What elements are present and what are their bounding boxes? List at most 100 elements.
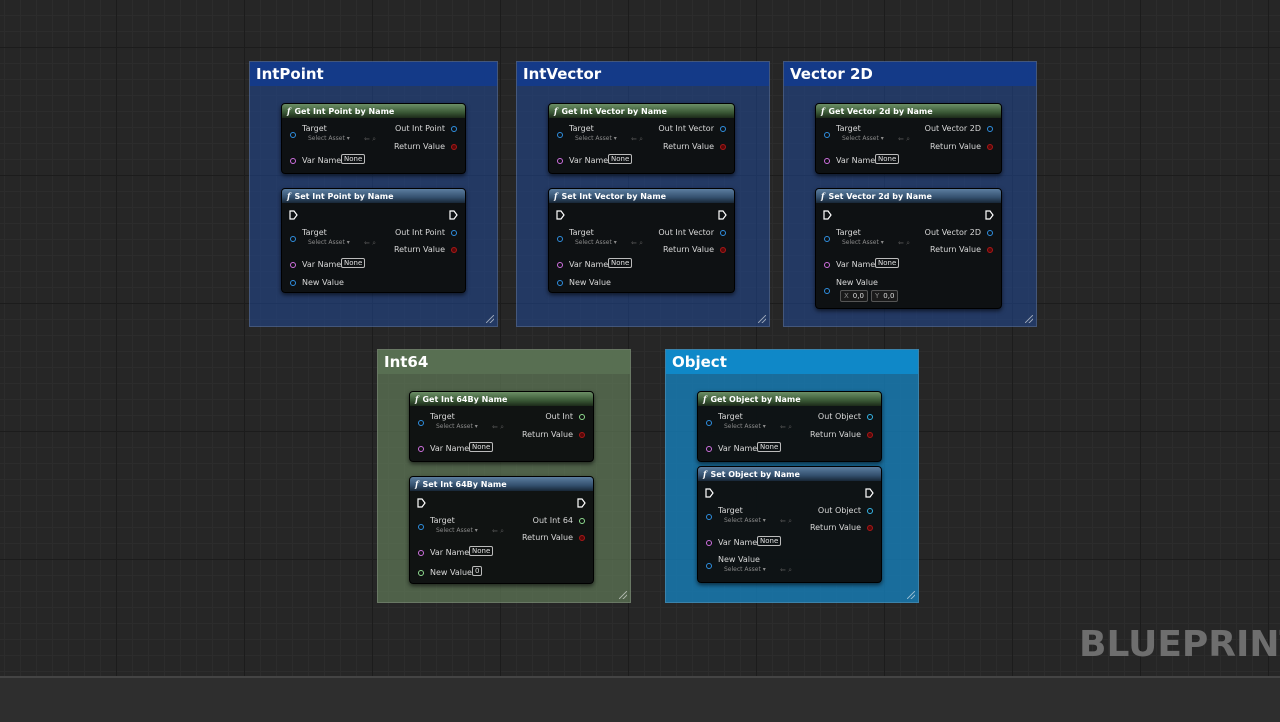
comment-title[interactable]: IntPoint [250, 62, 497, 86]
var-name-pin-icon[interactable] [824, 158, 830, 164]
node-header[interactable]: f Set Int Point by Name [282, 189, 465, 203]
return-pin-icon[interactable] [579, 432, 585, 438]
select-asset-dropdown[interactable]: Select Asset ▾ [724, 423, 766, 431]
select-asset-dropdown[interactable]: Select Asset ▾ [436, 423, 478, 431]
out-pin-icon[interactable] [451, 126, 457, 132]
node-header[interactable]: f Set Int 64By Name [410, 477, 593, 491]
target-pin-icon[interactable] [290, 236, 296, 242]
browse-icon[interactable]: ⇐ ⌕ [631, 239, 643, 247]
var-name-pin-icon[interactable] [706, 540, 712, 546]
browse-icon[interactable]: ⇐ ⌕ [631, 135, 643, 143]
node-header[interactable]: f Set Vector 2d by Name [816, 189, 1001, 203]
browse-icon[interactable]: ⇐ ⌕ [492, 423, 504, 431]
select-asset-dropdown[interactable]: Select Asset ▾ [842, 239, 884, 247]
var-name-pin-icon[interactable] [290, 262, 296, 268]
var-name-field[interactable]: None [341, 258, 366, 268]
set-node[interactable]: f Set Int Vector by Name Target Select As… [548, 188, 735, 293]
var-name-pin-icon[interactable] [557, 262, 563, 268]
browse-icon[interactable]: ⇐ ⌕ [780, 517, 792, 525]
comment-box-vector2d[interactable]: Vector 2D f Get Vector 2d by Name Target … [783, 61, 1037, 327]
var-name-pin-icon[interactable] [557, 158, 563, 164]
out-pin-icon[interactable] [987, 230, 993, 236]
comment-title[interactable]: Vector 2D [784, 62, 1036, 86]
target-pin-icon[interactable] [824, 236, 830, 242]
get-node[interactable]: f Get Object by Name Target Select Asset … [697, 391, 882, 462]
get-node[interactable]: f Get Vector 2d by Name Target Select Ass… [815, 103, 1002, 174]
comment-box-int64[interactable]: Int64 f Get Int 64By Name Target Select A… [377, 349, 631, 603]
exec-in-icon[interactable] [289, 210, 298, 220]
select-asset-dropdown[interactable]: Select Asset ▾ [575, 239, 617, 247]
var-name-pin-icon[interactable] [290, 158, 296, 164]
out-pin-icon[interactable] [579, 414, 585, 420]
var-name-pin-icon[interactable] [418, 446, 424, 452]
var-name-field[interactable]: None [757, 536, 782, 546]
select-asset-dropdown[interactable]: Select Asset ▾ [575, 135, 617, 143]
select-asset-dropdown[interactable]: Select Asset ▾ [308, 239, 350, 247]
new-value-pin-icon[interactable] [557, 280, 563, 286]
node-header[interactable]: f Get Int 64By Name [410, 392, 593, 406]
exec-in-icon[interactable] [556, 210, 565, 220]
resize-grip-icon[interactable] [907, 591, 915, 599]
exec-out-icon[interactable] [718, 210, 727, 220]
browse-icon[interactable]: ⇐ ⌕ [780, 423, 792, 431]
resize-grip-icon[interactable] [1025, 315, 1033, 323]
new-value-field[interactable]: 0 [472, 566, 483, 576]
var-name-field[interactable]: None [469, 546, 494, 556]
set-node[interactable]: f Set Object by Name Target Select Asset … [697, 466, 882, 583]
browse-icon[interactable]: ⇐ ⌕ [898, 239, 910, 247]
target-pin-icon[interactable] [557, 132, 563, 138]
var-name-field[interactable]: None [608, 154, 633, 164]
select-asset-dropdown[interactable]: Select Asset ▾ [308, 135, 350, 143]
get-node[interactable]: f Get Int 64By Name Target Select Asset ▾… [409, 391, 594, 462]
exec-out-icon[interactable] [577, 498, 586, 508]
new-value-pin-icon[interactable] [824, 288, 830, 294]
browse-icon[interactable]: ⇐ ⌕ [364, 239, 376, 247]
exec-in-icon[interactable] [705, 488, 714, 498]
return-pin-icon[interactable] [987, 144, 993, 150]
return-pin-icon[interactable] [867, 432, 873, 438]
out-pin-icon[interactable] [720, 126, 726, 132]
target-pin-icon[interactable] [418, 524, 424, 530]
exec-in-icon[interactable] [823, 210, 832, 220]
target-pin-icon[interactable] [418, 420, 424, 426]
var-name-field[interactable]: None [757, 442, 782, 452]
out-pin-icon[interactable] [867, 508, 873, 514]
comment-title[interactable]: Object [666, 350, 918, 374]
get-node[interactable]: f Get Int Point by Name Target Select Ass… [281, 103, 466, 174]
return-pin-icon[interactable] [451, 144, 457, 150]
x-value-field[interactable]: X 0,0 [840, 290, 868, 302]
node-header[interactable]: f Set Object by Name [698, 467, 881, 481]
return-pin-icon[interactable] [987, 247, 993, 253]
target-pin-icon[interactable] [824, 132, 830, 138]
var-name-pin-icon[interactable] [824, 262, 830, 268]
browse-icon[interactable]: ⇐ ⌕ [492, 527, 504, 535]
return-pin-icon[interactable] [579, 535, 585, 541]
comment-box-intvector[interactable]: IntVector f Get Int Vector by Name Target… [516, 61, 770, 327]
target-pin-icon[interactable] [557, 236, 563, 242]
out-pin-icon[interactable] [451, 230, 457, 236]
exec-in-icon[interactable] [417, 498, 426, 508]
resize-grip-icon[interactable] [486, 315, 494, 323]
out-pin-icon[interactable] [987, 126, 993, 132]
return-pin-icon[interactable] [720, 247, 726, 253]
resize-grip-icon[interactable] [758, 315, 766, 323]
select-asset-dropdown[interactable]: Select Asset ▾ [724, 517, 766, 525]
exec-out-icon[interactable] [865, 488, 874, 498]
var-name-pin-icon[interactable] [418, 550, 424, 556]
set-node[interactable]: f Set Vector 2d by Name Target Select Ass… [815, 188, 1002, 309]
new-value-pin-icon[interactable] [706, 563, 712, 569]
browse-icon[interactable]: ⇐ ⌕ [364, 135, 376, 143]
browse-icon[interactable]: ⇐ ⌕ [780, 566, 792, 574]
new-value-pin-icon[interactable] [418, 570, 424, 576]
comment-title[interactable]: Int64 [378, 350, 630, 374]
return-pin-icon[interactable] [451, 247, 457, 253]
var-name-field[interactable]: None [469, 442, 494, 452]
select-asset-dropdown[interactable]: Select Asset ▾ [724, 566, 766, 574]
set-node[interactable]: f Set Int Point by Name Target Select Ass… [281, 188, 466, 293]
get-node[interactable]: f Get Int Vector by Name Target Select As… [548, 103, 735, 174]
exec-out-icon[interactable] [985, 210, 994, 220]
var-name-pin-icon[interactable] [706, 446, 712, 452]
browse-icon[interactable]: ⇐ ⌕ [898, 135, 910, 143]
node-header[interactable]: f Get Object by Name [698, 392, 881, 406]
var-name-field[interactable]: None [608, 258, 633, 268]
